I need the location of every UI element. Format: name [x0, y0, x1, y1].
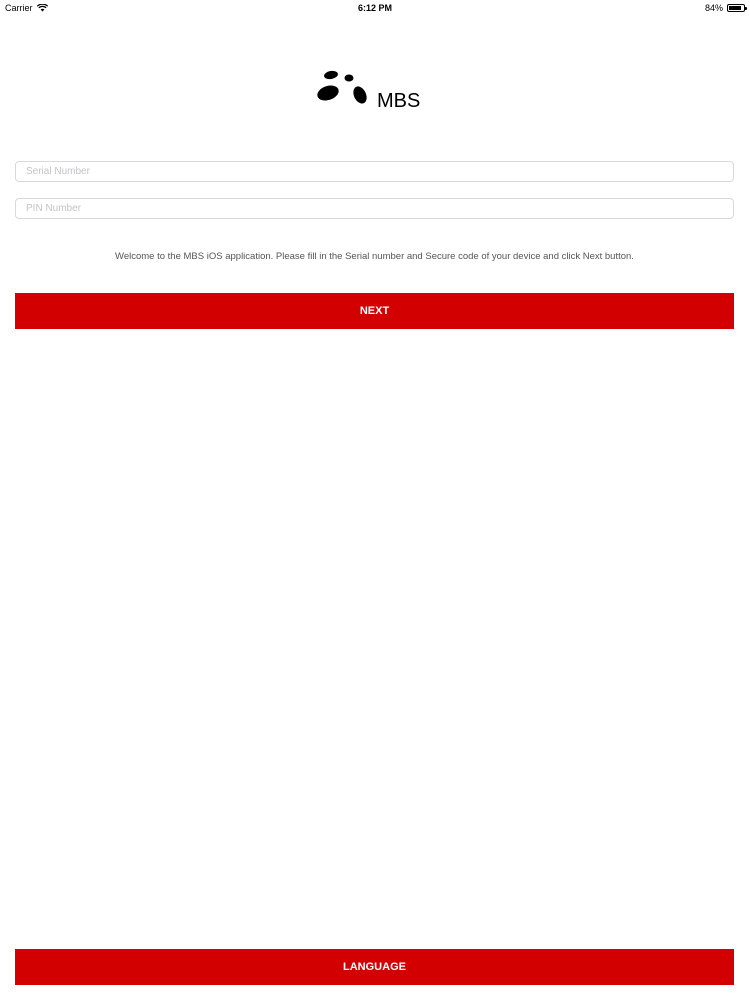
serial-number-input[interactable]: [15, 161, 734, 182]
status-time: 6:12 PM: [357, 3, 392, 13]
battery-fill: [729, 6, 741, 10]
battery-icon: [727, 4, 747, 12]
status-bar: Carrier 6:12 PM 84%: [0, 0, 750, 16]
status-battery: 84%: [704, 3, 747, 13]
battery-percent: 84%: [704, 3, 723, 13]
logo-text: MBS: [377, 90, 420, 112]
welcome-message: Welcome to the MBS iOS application. Plea…: [115, 251, 634, 262]
pin-number-input[interactable]: [15, 198, 734, 219]
mbs-logo: MBS: [317, 70, 420, 112]
next-button[interactable]: NEXT: [15, 293, 734, 329]
language-button[interactable]: LANGUAGE: [15, 949, 734, 985]
